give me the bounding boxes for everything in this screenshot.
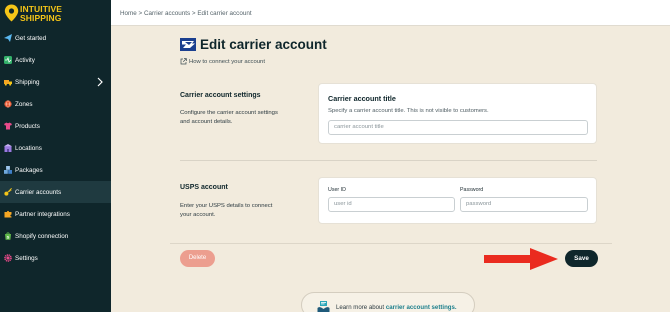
hands-book-icon <box>317 301 330 312</box>
carrier-title-hint: Specify a carrier account title. This is… <box>328 108 489 114</box>
settings-desc-line: Configure the carrier account settings <box>180 110 278 116</box>
top-bar: Home > Carrier accounts > Edit carrier a… <box>111 0 670 26</box>
sidebar-item-settings[interactable]: Settings <box>0 247 111 269</box>
sidebar-item-label: Locations <box>15 144 42 152</box>
shirt-icon <box>4 122 12 130</box>
truck-icon <box>4 80 12 86</box>
sidebar-item-label: Shipping <box>15 78 40 86</box>
sidebar-item-locations[interactable]: Locations <box>0 137 111 159</box>
help-link[interactable]: How to connect your account <box>180 58 265 65</box>
sidebar-nav: Get started Activity Shipping Zones Prod… <box>0 27 111 269</box>
activity-icon <box>4 56 12 64</box>
sidebar-item-activity[interactable]: Activity <box>0 49 111 71</box>
section-divider <box>180 160 597 161</box>
sidebar: INTUITIVE SHIPPING Get started Activity … <box>0 0 111 312</box>
footer-divider <box>170 243 612 244</box>
breadcrumb[interactable]: Home > Carrier accounts > Edit carrier a… <box>120 10 252 17</box>
sidebar-item-label: Partner integrations <box>15 210 70 218</box>
sidebar-item-label: Zones <box>15 100 33 108</box>
paper-plane-icon <box>4 34 12 42</box>
sidebar-item-packages[interactable]: Packages <box>0 159 111 181</box>
external-link-icon <box>180 58 187 65</box>
gear-icon <box>4 254 12 262</box>
red-arrow-annotation <box>484 248 558 270</box>
carrier-title-card-heading: Carrier account title <box>328 94 396 103</box>
learn-more-banner[interactable]: Learn more about carrier account setting… <box>301 292 475 312</box>
sidebar-item-products[interactable]: Products <box>0 115 111 137</box>
carrier-title-input[interactable]: carrier account title <box>328 120 588 135</box>
sidebar-item-label: Settings <box>15 254 38 262</box>
sidebar-item-label: Products <box>15 122 40 130</box>
usps-credentials-card: User ID user id Password password <box>318 177 597 224</box>
brand-name: INTUITIVE SHIPPING <box>20 5 62 22</box>
usps-section-desc: Enter your USPS details to connect your … <box>180 202 272 220</box>
settings-desc-line: and account details. <box>180 119 233 125</box>
brand-logo[interactable]: INTUITIVE SHIPPING <box>4 4 110 24</box>
sidebar-item-shopify-connection[interactable]: S Shopify connection <box>0 225 111 247</box>
chevron-right-icon <box>97 77 103 87</box>
sidebar-item-label: Packages <box>15 166 43 174</box>
usps-desc-line: Enter your USPS details to connect <box>180 203 273 209</box>
user-id-input[interactable]: user id <box>328 197 455 212</box>
brand-line-2: SHIPPING <box>20 12 62 23</box>
sidebar-item-carrier-accounts[interactable]: Carrier accounts <box>0 181 111 203</box>
location-pin-icon <box>4 4 19 22</box>
sidebar-item-label: Get started <box>15 34 47 42</box>
key-icon <box>4 188 12 196</box>
password-input[interactable]: password <box>460 197 588 212</box>
learn-more-text: Learn more about carrier account setting… <box>336 304 457 311</box>
sidebar-item-shipping[interactable]: Shipping <box>0 71 111 93</box>
puzzle-icon <box>4 210 12 218</box>
building-icon <box>4 144 12 152</box>
sidebar-item-get-started[interactable]: Get started <box>0 27 111 49</box>
page-title: Edit carrier account <box>200 36 327 52</box>
usps-section-title: USPS account <box>180 184 228 191</box>
learn-more-prefix: Learn more about <box>336 304 386 311</box>
learn-more-link[interactable]: carrier account settings. <box>386 304 457 311</box>
sidebar-item-label: Shopify connection <box>15 232 69 240</box>
settings-section-desc: Configure the carrier account settings a… <box>180 109 278 127</box>
password-label: Password <box>460 187 484 193</box>
user-id-label: User ID <box>328 187 346 193</box>
settings-section-title: Carrier account settings <box>180 92 261 99</box>
delete-button[interactable]: Delete <box>180 250 215 267</box>
sidebar-item-label: Carrier accounts <box>15 188 62 196</box>
globe-icon <box>4 100 12 108</box>
boxes-icon <box>4 166 12 174</box>
save-button[interactable]: Save <box>565 250 598 267</box>
shopify-icon: S <box>5 232 11 240</box>
help-link-label: How to connect your account <box>189 58 265 65</box>
sidebar-item-zones[interactable]: Zones <box>0 93 111 115</box>
usps-desc-line: your account. <box>180 212 216 218</box>
carrier-title-card: Carrier account title Specify a carrier … <box>318 83 597 144</box>
usps-eagle-icon <box>180 37 196 51</box>
sidebar-item-label: Activity <box>15 56 35 64</box>
page-header: Edit carrier account <box>180 36 327 52</box>
svg-text:S: S <box>7 235 10 240</box>
sidebar-item-partner-integrations[interactable]: Partner integrations <box>0 203 111 225</box>
